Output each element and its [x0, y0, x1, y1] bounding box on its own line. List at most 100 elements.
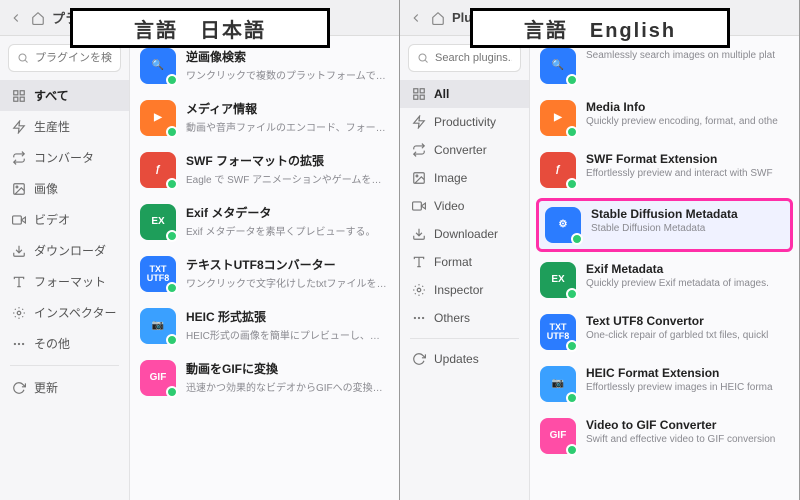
verified-badge-icon — [566, 444, 578, 456]
sidebar-item-refresh[interactable]: Updates — [400, 345, 529, 373]
sidebar-item-convert[interactable]: コンバータ — [0, 142, 129, 173]
verified-badge-icon — [166, 178, 178, 190]
search-input[interactable] — [435, 52, 512, 64]
grid-icon — [12, 89, 26, 103]
plugin-icon: EX — [140, 204, 176, 240]
verified-badge-icon — [166, 74, 178, 86]
sidebar-item-convert[interactable]: Converter — [400, 136, 529, 164]
plugin-title: Text UTF8 Convertor — [586, 314, 789, 328]
sidebar-item-inspect[interactable]: Inspector — [400, 276, 529, 304]
plugin-row[interactable]: ▶ メディア情報動画や音声ファイルのエンコード、フォーマットなどの属性 — [130, 92, 399, 144]
inspect-icon — [12, 306, 26, 320]
sidebar-item-format[interactable]: フォーマット — [0, 266, 129, 297]
format-icon — [412, 255, 426, 269]
sidebar-item-dots[interactable]: Others — [400, 304, 529, 332]
sidebar-item-label: すべて — [34, 87, 69, 104]
sidebar-item-label: 生産性 — [34, 118, 70, 135]
plugin-icon: GIF — [140, 360, 176, 396]
plugin-title: Media Info — [586, 100, 789, 114]
language-banner: 言語 日本語 — [70, 8, 330, 48]
sidebar-item-label: その他 — [34, 335, 70, 352]
plugin-text: 動画をGIFに変換迅速かつ効果的なビデオからGIFへの変換ツール。 — [186, 360, 389, 394]
sidebar-item-download[interactable]: ダウンローダ — [0, 235, 129, 266]
sidebar: All Productivity Converter Image Video Downlo… — [400, 36, 530, 500]
sidebar-item-format[interactable]: Format — [400, 248, 529, 276]
back-icon[interactable] — [8, 10, 24, 26]
sidebar-item-label: Productivity — [434, 115, 496, 129]
sidebar-item-bolt[interactable]: 生産性 — [0, 111, 129, 142]
sidebar-item-label: Format — [434, 255, 472, 269]
plugin-icon: 🔍 — [540, 48, 576, 84]
plugin-title: 動画をGIFに変換 — [186, 360, 389, 377]
search-input-wrap[interactable] — [8, 44, 121, 72]
plugin-subtitle: 動画や音声ファイルのエンコード、フォーマットなどの属性 — [186, 119, 389, 134]
plugin-subtitle: Exif メタデータを素早くプレビューする。 — [186, 223, 389, 238]
grid-icon — [412, 87, 426, 101]
back-icon[interactable] — [408, 10, 424, 26]
sidebar-item-label: Converter — [434, 143, 487, 157]
search-input-wrap[interactable] — [408, 44, 521, 72]
plugin-icon: GIF — [540, 418, 576, 454]
sidebar-item-dots[interactable]: その他 — [0, 328, 129, 359]
image-icon — [412, 171, 426, 185]
plugin-text: テキストUTF8コンバーターワンクリックで文字化けしたtxtファイルを修正し、エ… — [186, 256, 389, 290]
plugin-text: 逆画像検索ワンクリックで複数のプラットフォームで画像をシームレスに — [186, 48, 389, 82]
home-icon[interactable] — [30, 10, 46, 26]
plugin-row[interactable]: TXTUTF8テキストUTF8コンバーターワンクリックで文字化けしたtxtファイ… — [130, 248, 399, 300]
refresh-icon — [12, 381, 26, 395]
sidebar-item-video[interactable]: Video — [400, 192, 529, 220]
sidebar-item-image[interactable]: Image — [400, 164, 529, 192]
plugin-text: Text UTF8 ConvertorOne-click repair of g… — [586, 314, 789, 341]
image-icon — [12, 182, 26, 196]
sidebar-item-bolt[interactable]: Productivity — [400, 108, 529, 136]
plugin-icon: ▶ — [140, 100, 176, 136]
plugin-icon: EX — [540, 262, 576, 298]
plugin-list: 🔍逆画像検索ワンクリックで複数のプラットフォームで画像をシームレスに▶メディア情… — [130, 36, 399, 500]
search-icon — [17, 52, 29, 64]
plugin-title: Video to GIF Converter — [586, 418, 789, 432]
sidebar-item-image[interactable]: 画像 — [0, 173, 129, 204]
sidebar-item-inspect[interactable]: インスペクター — [0, 297, 129, 328]
plugin-row[interactable]: GIFVideo to GIF ConverterSwift and effec… — [530, 410, 799, 462]
plugin-row[interactable]: EXExif メタデータExif メタデータを素早くプレビューする。 — [130, 196, 399, 248]
sidebar-item-video[interactable]: ビデオ — [0, 204, 129, 235]
sidebar: すべて生産性コンバータ画像ビデオダウンローダフォーマットインスペクターその他更新 — [0, 36, 130, 500]
sidebar-item-refresh[interactable]: 更新 — [0, 372, 129, 403]
sidebar-item-download[interactable]: Downloader — [400, 220, 529, 248]
verified-badge-icon — [166, 126, 178, 138]
bolt-icon — [12, 120, 26, 134]
plugin-row[interactable]: TXTUTF8Text UTF8 ConvertorOne-click repa… — [530, 306, 799, 358]
plugin-subtitle: Quickly preview Exif metadata of images. — [586, 278, 789, 289]
verified-badge-icon — [566, 288, 578, 300]
sidebar-item-label: Others — [434, 311, 470, 325]
home-icon[interactable] — [430, 10, 446, 26]
sidebar-divider — [410, 338, 519, 339]
plugin-row[interactable]: 📷HEIC 形式拡張HEIC形式の画像を簡単にプレビューし、高性能なブラウ — [130, 300, 399, 352]
sidebar-item-grid[interactable]: すべて — [0, 80, 129, 111]
plugin-subtitle: Quickly preview encoding, format, and ot… — [586, 116, 789, 127]
sidebar-item-label: Updates — [434, 352, 479, 366]
plugin-row[interactable]: GIF 動画をGIFに変換迅速かつ効果的なビデオからGIFへの変換ツール。 — [130, 352, 399, 404]
search-input[interactable] — [35, 52, 112, 64]
plugin-title: メディア情報 — [186, 100, 389, 117]
plugin-row[interactable]: ▶Media InfoQuickly preview encoding, for… — [530, 92, 799, 144]
sidebar-item-label: Video — [434, 199, 464, 213]
split-view: 言語 日本語 プラグイン すべて生産性コンバータ画像ビデオダウンローダフォーマッ… — [0, 0, 800, 500]
plugin-subtitle: Stable Diffusion Metadata — [591, 223, 784, 234]
pane-japanese: 言語 日本語 プラグイン すべて生産性コンバータ画像ビデオダウンローダフォーマッ… — [0, 0, 400, 500]
sidebar-item-label: 画像 — [34, 180, 58, 197]
plugin-row[interactable]: 📷HEIC Format ExtensionEffortlessly previ… — [530, 358, 799, 410]
plugin-list: 🔍 Seamlessly search images on multiple pl… — [530, 36, 799, 500]
video-icon — [12, 213, 26, 227]
plugin-row[interactable]: ⚙Stable Diffusion MetadataStable Diffusi… — [536, 198, 793, 252]
plugin-row[interactable]: ƒSWF Format ExtensionEffortlessly previe… — [530, 144, 799, 196]
sidebar-item-label: ダウンローダ — [34, 242, 106, 259]
verified-badge-icon — [566, 126, 578, 138]
sidebar-item-grid[interactable]: All — [400, 80, 529, 108]
plugin-row[interactable]: EX Exif Metadata Quickly preview Exif meta… — [530, 254, 799, 306]
plugin-title: Exif Metadata — [586, 262, 789, 276]
verified-badge-icon — [566, 178, 578, 190]
plugin-row[interactable]: ƒSWF フォーマットの拡張Eagle で SWF アニメーションやゲームを簡単… — [130, 144, 399, 196]
plugin-title: Stable Diffusion Metadata — [591, 207, 784, 221]
plugin-subtitle: Seamlessly search images on multiple pla… — [586, 50, 789, 61]
